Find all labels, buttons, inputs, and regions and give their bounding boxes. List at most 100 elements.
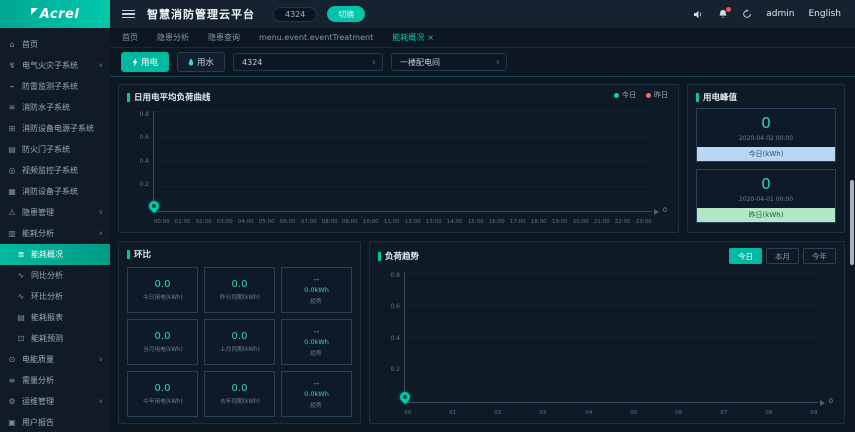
huanbi-grid: 0.0 今日用电(kWh) 0.0 昨日同期(kWh) -- 0.0kWh 趋势: [127, 267, 352, 417]
data-point-pin[interactable]: [146, 198, 162, 214]
notification-dot: [726, 7, 732, 12]
sidebar-item-label: 电气火灾子系统: [22, 61, 78, 70]
trend-range-button[interactable]: 今日: [729, 248, 762, 264]
y-axis-label: 0.4: [390, 334, 400, 342]
x-axis-label: 16:00: [488, 218, 505, 225]
sidebar-item[interactable]: ◎ 视频监控子系统: [0, 160, 110, 181]
x-axis: 00 01 02 03 04 05 06 07 08 09: [404, 409, 818, 416]
sidebar-item[interactable]: ∿ 同比分析: [0, 265, 110, 286]
tab-close-icon[interactable]: ×: [427, 33, 434, 42]
x-axis-label: 01: [449, 409, 457, 416]
sidebar-item-label: 视频监控子系统: [22, 166, 78, 175]
bell-icon[interactable]: [718, 7, 732, 19]
scrollbar-thumb[interactable]: [850, 180, 854, 265]
speaker-icon[interactable]: [693, 10, 704, 19]
sidebar-item[interactable]: ≋ 消防水子系统: [0, 97, 110, 118]
sidebar-item-icon: ⊞: [8, 124, 16, 133]
sidebar-item[interactable]: ∿ 环比分析: [0, 286, 110, 307]
stat-value: 0.0: [154, 279, 171, 290]
tab[interactable]: menu.event.eventTreatment: [259, 33, 373, 42]
sidebar-item[interactable]: ≡ 需量分析: [0, 370, 110, 391]
lightning-icon: [132, 57, 138, 67]
sidebar-item-icon: ⌂: [9, 40, 15, 49]
x-axis-label: 11:00: [384, 218, 400, 225]
sidebar-item[interactable]: ▣ 用户报告: [0, 412, 110, 432]
x-axis-label: 02:00: [195, 218, 212, 225]
legend-item[interactable]: 昨日: [646, 90, 668, 100]
y-axis-label: 0.8: [139, 111, 149, 118]
stat-card: 0.0 当月用电(kWh): [127, 319, 198, 365]
water-mode-button[interactable]: 用水: [177, 52, 226, 72]
legend-dot: [646, 92, 651, 98]
sidebar-item[interactable]: ≣ 能耗概况: [0, 244, 110, 265]
station-select[interactable]: 4324 ∨: [233, 53, 384, 71]
sidebar-item-icon: ▤: [8, 145, 16, 154]
refresh-icon[interactable]: [742, 9, 752, 19]
sidebar-item[interactable]: ▦ 消防设备子系统: [0, 181, 110, 202]
sidebar-item[interactable]: ⌂ 首页: [0, 34, 110, 55]
sidebar-item-icon: ≡: [8, 376, 16, 385]
axis-end-label: 0: [828, 397, 833, 405]
plot-area: 0: [146, 111, 667, 215]
sidebar-item[interactable]: ⊙ 电能质量 ∨: [0, 349, 110, 370]
language-toggle[interactable]: English: [809, 9, 842, 19]
axis-end-label: 0: [662, 206, 667, 214]
sidebar-item[interactable]: ⚙ 运维管理 ∨: [0, 391, 110, 412]
trend-range-button[interactable]: 本月: [766, 248, 799, 264]
sidebar-item-label: 首页: [22, 40, 38, 49]
hamburger-menu-icon[interactable]: [122, 9, 135, 19]
x-axis-label: 04:00: [237, 218, 254, 225]
x-axis-label: 03:00: [216, 218, 233, 225]
y-axis: 0.8 0.6 0.4 0.2: [127, 111, 149, 188]
water-drop-icon: [188, 57, 194, 66]
legend-item[interactable]: 今日: [614, 90, 636, 100]
y-axis: 0.8 0.6 0.4 0.2: [378, 272, 400, 373]
stat-label: 今日用电(kWh): [142, 294, 183, 301]
x-axis-label: 02: [494, 409, 502, 416]
tab[interactable]: 首页: [122, 32, 138, 43]
switch-button[interactable]: 切换: [327, 6, 366, 22]
axis-arrow-icon: [820, 399, 825, 406]
sidebar-item-icon: ≋: [8, 103, 16, 112]
sidebar-item[interactable]: ▥ 能耗分析 ∧: [0, 223, 110, 244]
legend-dot: [614, 92, 619, 98]
electric-mode-button[interactable]: 用电: [121, 52, 170, 72]
x-axis-label: 00: [404, 409, 412, 416]
sidebar-item-icon: ▦: [8, 187, 16, 196]
trend-range-button[interactable]: 今年: [803, 248, 836, 264]
sidebar-item[interactable]: ↯ 电气火灾子系统 ∨: [0, 55, 110, 76]
sidebar-item-label: 能耗报表: [31, 313, 63, 322]
sidebar-item[interactable]: ⊞ 消防设备电源子系统: [0, 118, 110, 139]
chevron-icon: ∧: [98, 230, 103, 237]
room-select[interactable]: 一楼配电间 ∨: [391, 53, 508, 71]
sidebar-item-icon: ≣: [17, 250, 25, 259]
stat-label: 上月同期(kWh): [219, 346, 260, 353]
peak-value: 0: [761, 175, 771, 193]
data-point-pin[interactable]: [397, 389, 413, 405]
x-axis-label: 07:00: [300, 218, 317, 225]
tab[interactable]: 能耗概况 ×: [392, 32, 434, 43]
sidebar-item-icon: ▣: [8, 418, 16, 427]
sidebar-item-label: 同比分析: [31, 271, 63, 280]
stat-card: -- 0.0kWh 趋势: [281, 319, 352, 365]
title-accent-bar: [127, 92, 130, 102]
x-axis: 00:00 01:00 02:00 03:00 04:00 05:00 06:00 07:00…: [153, 218, 652, 225]
x-axis-label: 05: [630, 409, 638, 416]
peak-date: 2020-04-02 00:00: [738, 135, 794, 142]
x-axis-label: 04: [584, 409, 592, 416]
tab[interactable]: 隐患查询: [208, 32, 240, 43]
tab-label: menu.event.eventTreatment: [259, 33, 374, 42]
sidebar-item[interactable]: ▤ 能耗报表: [0, 307, 110, 328]
tab-bar: 首页 隐患分析 隐患查询 menu.event.eventTreatment 能…: [110, 28, 855, 48]
peak-card: 0 2020-04-01 00:00 昨日(kWh): [696, 169, 836, 223]
sidebar-item[interactable]: ⊡ 能耗预测: [0, 328, 110, 349]
user-name[interactable]: admin: [766, 9, 794, 19]
sidebar-item[interactable]: ⚠ 隐患管理 ∨: [0, 202, 110, 223]
sidebar-item[interactable]: ▤ 防火门子系统: [0, 139, 110, 160]
tab[interactable]: 隐患分析: [157, 32, 189, 43]
sidebar-item-label: 需量分析: [22, 376, 54, 385]
sidebar-item-label: 能耗概况: [31, 250, 63, 259]
sidebar-item-icon: ⚠: [8, 208, 16, 217]
sidebar-item[interactable]: ⌁ 防雷监测子系统: [0, 76, 110, 97]
title-accent-bar: [127, 249, 130, 259]
